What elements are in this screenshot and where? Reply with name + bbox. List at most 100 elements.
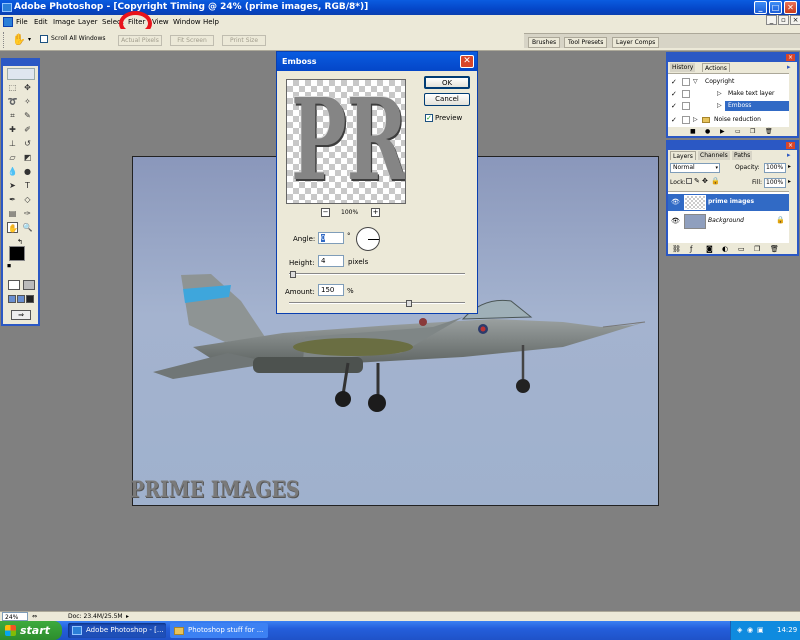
action-row-noise-reduction[interactable]: ✓ ▷ Noise reduction: [668, 114, 786, 126]
dialog-toggle-icon[interactable]: [682, 116, 690, 124]
expand-down-icon[interactable]: ▽: [693, 76, 698, 88]
tray-network-icon[interactable]: ◈: [737, 621, 742, 640]
dodge-tool-icon[interactable]: ●: [22, 166, 33, 177]
move-tool-icon[interactable]: ✥: [22, 82, 33, 93]
angle-input[interactable]: 0: [318, 232, 344, 244]
toolbox-title-bar[interactable]: [3, 60, 38, 66]
height-slider-thumb[interactable]: [290, 271, 296, 278]
checkmark-icon[interactable]: ✓: [671, 114, 677, 126]
record-icon[interactable]: ●: [705, 127, 710, 136]
blur-tool-icon[interactable]: 💧: [7, 166, 18, 177]
adjustment-layer-icon[interactable]: ◐: [722, 244, 728, 254]
fit-screen-button[interactable]: Fit Screen: [170, 35, 214, 46]
layer-style-icon[interactable]: ƒ: [690, 244, 692, 254]
lasso-tool-icon[interactable]: ➰: [7, 96, 18, 107]
doc-minimize-icon[interactable]: _: [766, 15, 777, 25]
fill-input[interactable]: 100%: [764, 178, 786, 188]
healing-brush-icon[interactable]: ✚: [7, 124, 18, 135]
lock-move-icon[interactable]: ✥: [702, 177, 708, 185]
zoom-in-button[interactable]: +: [371, 208, 380, 217]
panel-close-icon[interactable]: ×: [786, 142, 795, 149]
crop-tool-icon[interactable]: ⌗: [7, 110, 18, 121]
history-brush-icon[interactable]: ↺: [22, 138, 33, 149]
height-input[interactable]: 4: [318, 255, 344, 267]
lock-paint-icon[interactable]: ✎: [694, 177, 700, 185]
menu-image[interactable]: Image: [53, 15, 75, 29]
ok-button[interactable]: OK: [424, 76, 470, 89]
new-group-icon[interactable]: ▭: [738, 244, 745, 254]
start-button[interactable]: start: [0, 621, 62, 640]
actual-pixels-button[interactable]: Actual Pixels: [118, 35, 162, 46]
hand-tool-icon[interactable]: ✋: [12, 33, 26, 46]
eye-icon[interactable]: 👁: [671, 217, 680, 225]
menu-layer[interactable]: Layer: [78, 15, 98, 29]
minimize-icon[interactable]: _: [754, 1, 767, 14]
swap-colors-icon[interactable]: ↰: [17, 238, 25, 246]
history-panel-title-bar[interactable]: [668, 54, 797, 62]
link-layers-icon[interactable]: ⛓: [672, 244, 681, 254]
layer-row-background[interactable]: 👁 Background 🔒: [668, 213, 789, 230]
brush-tool-icon[interactable]: ✐: [22, 124, 33, 135]
clone-stamp-icon[interactable]: ⊥: [7, 138, 18, 149]
dialog-close-icon[interactable]: ✕: [460, 55, 474, 68]
hand-tool-icon[interactable]: ✋: [7, 222, 18, 233]
lock-all-icon[interactable]: 🔒: [711, 177, 720, 185]
jump-to-imageready-icon[interactable]: ⇒: [11, 310, 31, 320]
menu-help[interactable]: Help: [203, 15, 219, 29]
zoom-level[interactable]: 24%: [2, 612, 28, 621]
action-row-make-text-layer[interactable]: ✓ ▷ Make text layer: [668, 88, 786, 100]
task-photoshop[interactable]: Adobe Photoshop - [...: [68, 623, 166, 638]
shape-tool-icon[interactable]: ◇: [22, 194, 33, 205]
amount-slider[interactable]: [289, 302, 465, 304]
window-title-bar[interactable]: Adobe Photoshop - [Copyright Timing @ 24…: [0, 0, 800, 15]
maximize-icon[interactable]: □: [769, 1, 782, 14]
adobe-online-icon[interactable]: [7, 68, 35, 80]
screen-mode-full-icon[interactable]: [26, 295, 34, 303]
action-row-emboss[interactable]: ✓ ▷ Emboss: [668, 100, 789, 112]
checkmark-icon[interactable]: ✓: [671, 76, 677, 88]
expand-right-icon[interactable]: ▷: [693, 114, 698, 126]
layer-row-prime-images[interactable]: 👁 prime images: [668, 194, 789, 211]
status-nav-icon[interactable]: ⇔: [32, 612, 37, 621]
layers-panel-title-bar[interactable]: [668, 142, 797, 150]
tab-layer-comps[interactable]: Layer Comps: [612, 37, 660, 48]
notes-tool-icon[interactable]: ▤: [7, 208, 18, 219]
screen-mode-standard-icon[interactable]: [8, 295, 16, 303]
marquee-tool-icon[interactable]: ⬚: [7, 82, 18, 93]
amount-input[interactable]: 150: [318, 284, 344, 296]
action-row-copyright[interactable]: ✓ ▽ Copyright: [668, 76, 786, 88]
new-layer-icon[interactable]: ❐: [754, 244, 760, 254]
print-size-button[interactable]: Print Size: [222, 35, 266, 46]
tab-tool-presets[interactable]: Tool Presets: [564, 37, 608, 48]
tab-actions[interactable]: Actions: [702, 63, 730, 72]
zoom-out-button[interactable]: −: [321, 208, 330, 217]
cancel-button[interactable]: Cancel: [424, 93, 470, 106]
emboss-preview[interactable]: PR: [286, 79, 406, 204]
dialog-toggle-icon[interactable]: [682, 90, 690, 98]
fill-arrow-icon[interactable]: ▸: [788, 178, 791, 185]
standard-mode-icon[interactable]: [8, 280, 20, 290]
magic-wand-icon[interactable]: ✧: [22, 96, 33, 107]
eraser-tool-icon[interactable]: ▱: [7, 152, 18, 163]
tab-history[interactable]: History: [670, 63, 696, 72]
stop-icon[interactable]: ■: [690, 127, 696, 136]
expand-right-icon[interactable]: ▷: [717, 88, 722, 100]
status-arrow-icon[interactable]: ▸: [126, 612, 129, 621]
tab-paths[interactable]: Paths: [732, 151, 753, 160]
close-icon[interactable]: ✕: [784, 1, 797, 14]
doc-restore-icon[interactable]: ▫: [778, 15, 789, 25]
type-tool-icon[interactable]: T: [22, 180, 33, 191]
checkmark-icon[interactable]: ✓: [671, 88, 677, 100]
panel-menu-icon[interactable]: ▸: [787, 151, 791, 159]
zoom-tool-icon[interactable]: 🔍: [22, 222, 33, 233]
dialog-toggle-icon[interactable]: [682, 102, 690, 110]
menu-file[interactable]: File: [16, 15, 28, 29]
doc-close-icon[interactable]: ×: [790, 15, 800, 25]
menu-view[interactable]: View: [152, 15, 169, 29]
opacity-input[interactable]: 100%: [764, 163, 786, 173]
new-set-icon[interactable]: ▭: [735, 127, 741, 136]
checkmark-icon[interactable]: ✓: [671, 100, 677, 112]
angle-dial[interactable]: [356, 227, 380, 251]
tray-volume-icon[interactable]: ◉: [747, 621, 753, 640]
screen-mode-menu-icon[interactable]: [17, 295, 25, 303]
